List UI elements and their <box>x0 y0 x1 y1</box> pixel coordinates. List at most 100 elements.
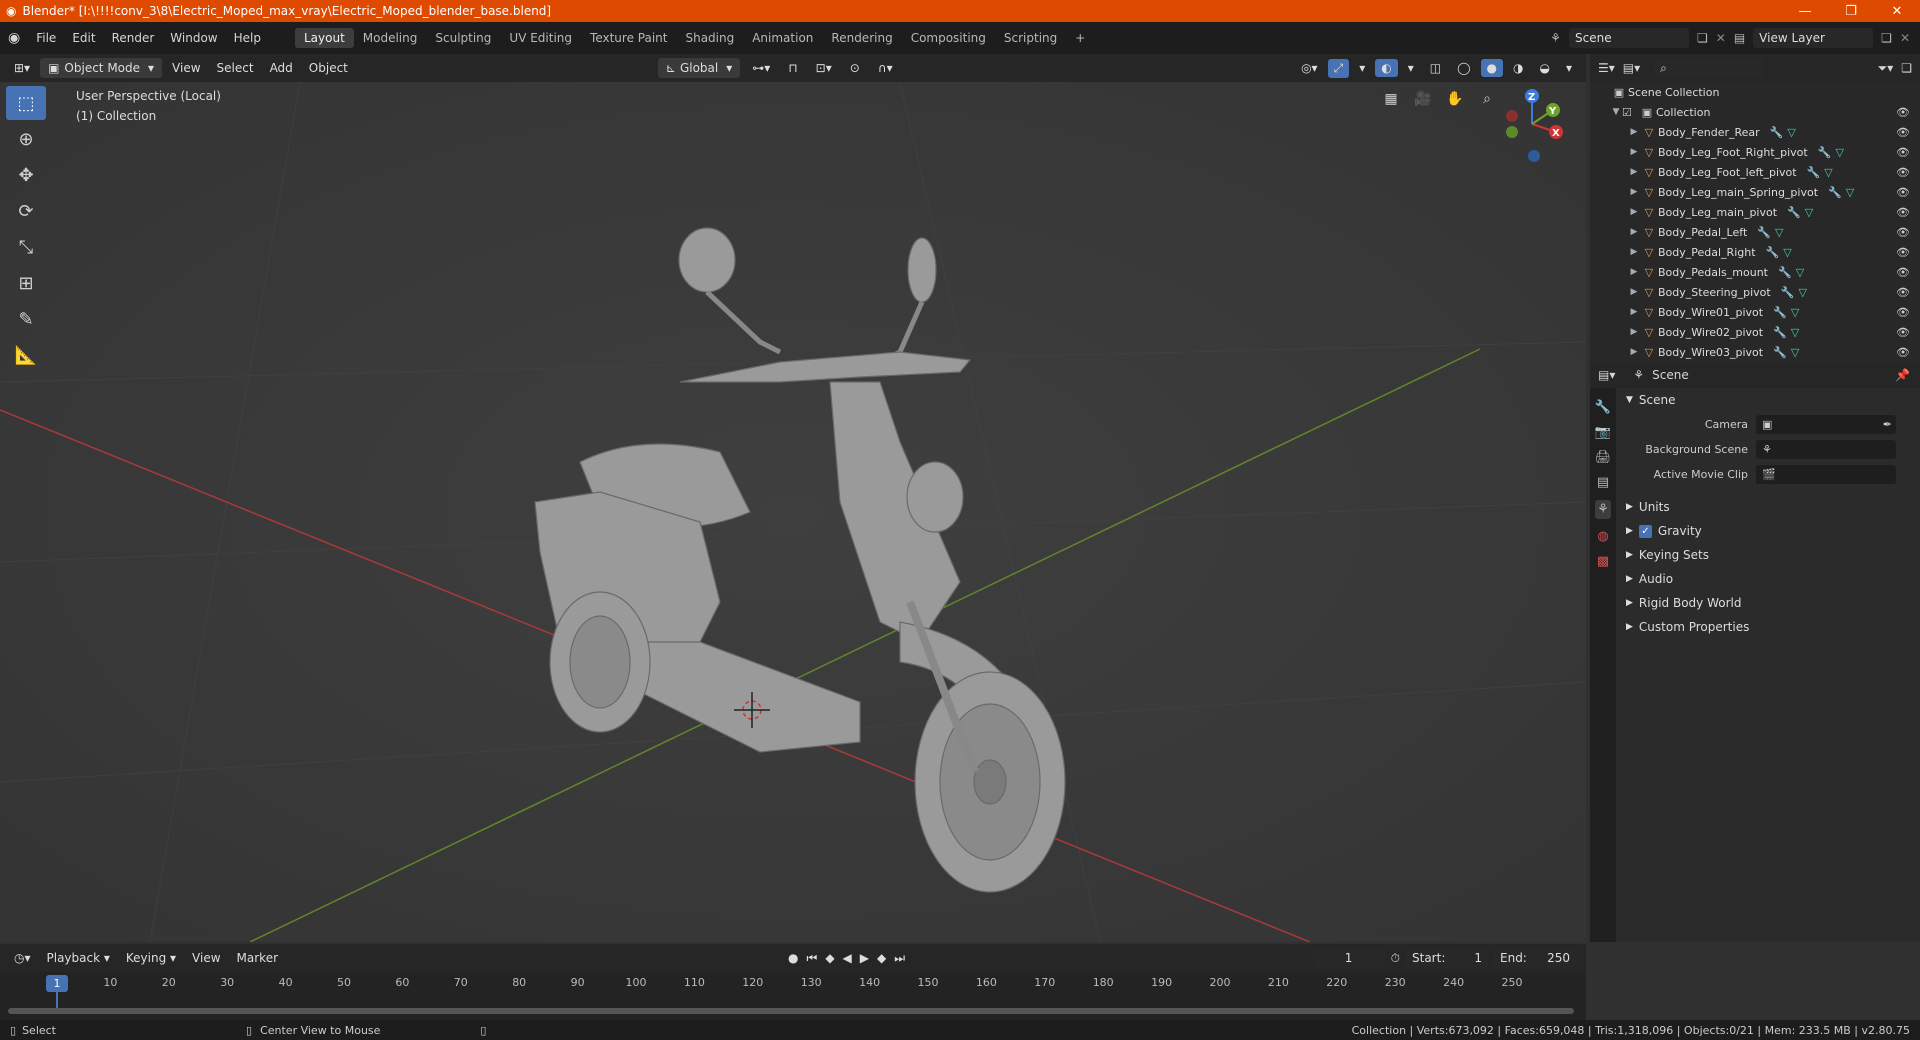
scene-panel-header[interactable]: ▼ Scene <box>1616 388 1920 412</box>
falloff-icon[interactable]: ∩▾ <box>872 59 899 77</box>
menu-select[interactable]: Select <box>211 59 260 77</box>
tab-scripting[interactable]: Scripting <box>995 28 1066 48</box>
gravity-checkbox[interactable]: ✓ <box>1638 524 1652 538</box>
shading-material-icon[interactable]: ◑ <box>1507 59 1529 77</box>
add-workspace-icon[interactable]: + <box>1066 28 1094 48</box>
section-rigid-body-world[interactable]: ▶ Rigid Body World <box>1616 591 1920 615</box>
annotate-icon[interactable]: ✎ <box>6 302 46 336</box>
tool-tab-icon[interactable]: 🔧 <box>1595 400 1611 415</box>
mesh-data-icon[interactable]: ▽ <box>1775 226 1783 239</box>
section-gravity[interactable]: ▶ ✓ Gravity <box>1616 519 1920 543</box>
menu-object[interactable]: Object <box>303 59 354 77</box>
maximize-button[interactable]: ❐ <box>1828 4 1874 19</box>
outliner-item[interactable]: ▶ ▽ Body_Pedal_Right 🔧 ▽ 👁 <box>1590 242 1920 262</box>
menu-render[interactable]: Render <box>104 31 163 45</box>
timeline[interactable]: 1102030405060708090100110120130140150160… <box>0 972 1586 1020</box>
delete-scene-icon[interactable]: ✕ <box>1716 31 1726 45</box>
snap-icon[interactable]: ⊓ <box>782 59 803 77</box>
timeline-ruler[interactable]: 1102030405060708090100110120130140150160… <box>0 974 1586 994</box>
start-frame-field[interactable]: Start: 1 <box>1406 948 1488 968</box>
tab-rendering[interactable]: Rendering <box>822 28 901 48</box>
outliner-search-input[interactable]: ⌕ <box>1654 58 1765 78</box>
chevron-down-icon[interactable]: ▼ <box>1610 107 1622 117</box>
scale-icon[interactable]: ⤡ <box>6 230 46 264</box>
tab-texture-paint[interactable]: Texture Paint <box>581 28 676 48</box>
section-units[interactable]: ▶ Units <box>1616 495 1920 519</box>
snap-target-icon[interactable]: ⊡▾ <box>810 59 838 77</box>
outliner-editor-icon[interactable]: ☰▾ <box>1598 61 1615 75</box>
tab-modeling[interactable]: Modeling <box>354 28 427 48</box>
timeline-scrollbar[interactable] <box>8 1008 1574 1014</box>
record-icon[interactable]: ● <box>788 951 798 966</box>
mesh-data-icon[interactable]: ▽ <box>1791 306 1799 319</box>
pin-icon[interactable]: 📌 <box>1895 368 1920 382</box>
mesh-data-icon[interactable]: ▽ <box>1824 166 1832 179</box>
current-frame-field[interactable]: 1 <box>1312 948 1385 968</box>
outliner-item[interactable]: ▶ ▽ Body_Pedal_Left 🔧 ▽ 👁 <box>1590 222 1920 242</box>
mesh-data-icon[interactable]: ▽ <box>1798 286 1806 299</box>
render-tab-icon[interactable]: 📷 <box>1595 425 1611 440</box>
display-mode-icon[interactable]: ▤▾ <box>1623 61 1640 75</box>
mesh-data-icon[interactable]: ▽ <box>1783 246 1791 259</box>
outliner-item[interactable]: ▶ ▽ Body_Wire03_pivot 🔧 ▽ 👁 <box>1590 342 1920 362</box>
modifier-icon[interactable]: 🔧 ▽ <box>1773 346 1799 359</box>
menu-marker[interactable]: Marker <box>231 949 284 967</box>
move-icon[interactable]: ✥ <box>6 158 46 192</box>
mesh-data-icon[interactable]: ▽ <box>1805 206 1813 219</box>
chevron-right-icon[interactable]: ▶ <box>1628 247 1640 257</box>
modifier-icon[interactable]: 🔧 ▽ <box>1818 146 1844 159</box>
new-scene-icon[interactable]: ❏ <box>1697 31 1708 45</box>
chevron-right-icon[interactable]: ▶ <box>1628 227 1640 237</box>
camera-view-icon[interactable]: 🎥 <box>1410 86 1436 112</box>
modifier-icon[interactable]: 🔧 ▽ <box>1766 246 1792 259</box>
shading-solid-icon[interactable]: ● <box>1480 59 1503 77</box>
scene-tab-icon[interactable]: ⚘ <box>1595 500 1611 519</box>
chevron-down-icon[interactable]: ▾ <box>1353 59 1371 77</box>
menu-help[interactable]: Help <box>226 31 269 45</box>
modifier-icon[interactable]: 🔧 ▽ <box>1807 166 1833 179</box>
modifier-icon[interactable]: 🔧 ▽ <box>1787 206 1813 219</box>
mesh-data-icon[interactable]: ▽ <box>1796 266 1804 279</box>
section-audio[interactable]: ▶ Audio <box>1616 567 1920 591</box>
end-frame-field[interactable]: End: 250 <box>1494 948 1576 968</box>
world-tab-icon[interactable]: ◍ <box>1597 529 1608 544</box>
menu-window[interactable]: Window <box>162 31 225 45</box>
tab-compositing[interactable]: Compositing <box>902 28 995 48</box>
mesh-data-icon[interactable]: ▽ <box>1846 186 1854 199</box>
movie-clip-field[interactable]: 🎬 <box>1756 465 1896 484</box>
tab-uv-editing[interactable]: UV Editing <box>500 28 581 48</box>
transform-orientation-dropdown[interactable]: ⊾ Global ▾ <box>657 58 741 78</box>
play-reverse-icon[interactable]: ◀ <box>843 951 852 966</box>
chevron-right-icon[interactable]: ▶ <box>1628 127 1640 137</box>
modifier-icon[interactable]: 🔧 ▽ <box>1773 306 1799 319</box>
cursor-icon[interactable]: ⊕ <box>6 122 46 156</box>
chevron-right-icon[interactable]: ▶ <box>1628 207 1640 217</box>
properties-editor-icon[interactable]: ▤▾ <box>1598 368 1615 382</box>
eye-icon[interactable]: 👁 <box>1896 286 1910 299</box>
overlay-icon[interactable]: ◐ <box>1375 59 1398 77</box>
object-mode-dropdown[interactable]: ▣ Object Mode ▾ <box>40 58 163 78</box>
background-scene-field[interactable]: ⚘ <box>1756 440 1896 459</box>
delete-view-layer-icon[interactable]: ✕ <box>1900 31 1910 45</box>
output-tab-icon[interactable]: 🖨 <box>1595 450 1612 465</box>
outliner-item[interactable]: ▶ ▽ Body_Leg_main_Spring_pivot 🔧 ▽ 👁 <box>1590 182 1920 202</box>
eye-icon[interactable]: 👁 <box>1896 166 1910 179</box>
play-icon[interactable]: ▶ <box>860 951 869 966</box>
eye-icon[interactable]: 👁 <box>1896 346 1910 359</box>
menu-keying[interactable]: Keying ▾ <box>120 949 182 967</box>
mesh-data-icon[interactable]: ▽ <box>1791 326 1799 339</box>
eyedropper-icon[interactable]: ✒ <box>1883 418 1896 431</box>
eye-icon[interactable]: 👁 <box>1896 126 1910 139</box>
outliner-item[interactable]: ▶ ▽ Body_Pedals_mount 🔧 ▽ 👁 <box>1590 262 1920 282</box>
mesh-data-icon[interactable]: ▽ <box>1787 126 1795 139</box>
zoom-icon[interactable]: ⌕ <box>1474 86 1500 112</box>
outliner-item[interactable]: ▶ ▽ Body_Wire02_pivot 🔧 ▽ 👁 <box>1590 322 1920 342</box>
minimize-button[interactable]: — <box>1782 4 1828 19</box>
eye-icon[interactable]: 👁 <box>1896 306 1910 319</box>
outliner-item[interactable]: ▶ ▽ Body_Leg_main_pivot 🔧 ▽ 👁 <box>1590 202 1920 222</box>
select-box-icon[interactable]: ⬚ <box>6 86 46 120</box>
modifier-icon[interactable]: 🔧 ▽ <box>1781 286 1807 299</box>
section-custom-properties[interactable]: ▶ Custom Properties <box>1616 615 1920 639</box>
close-button[interactable]: ✕ <box>1874 4 1920 19</box>
tab-sculpting[interactable]: Sculpting <box>426 28 500 48</box>
